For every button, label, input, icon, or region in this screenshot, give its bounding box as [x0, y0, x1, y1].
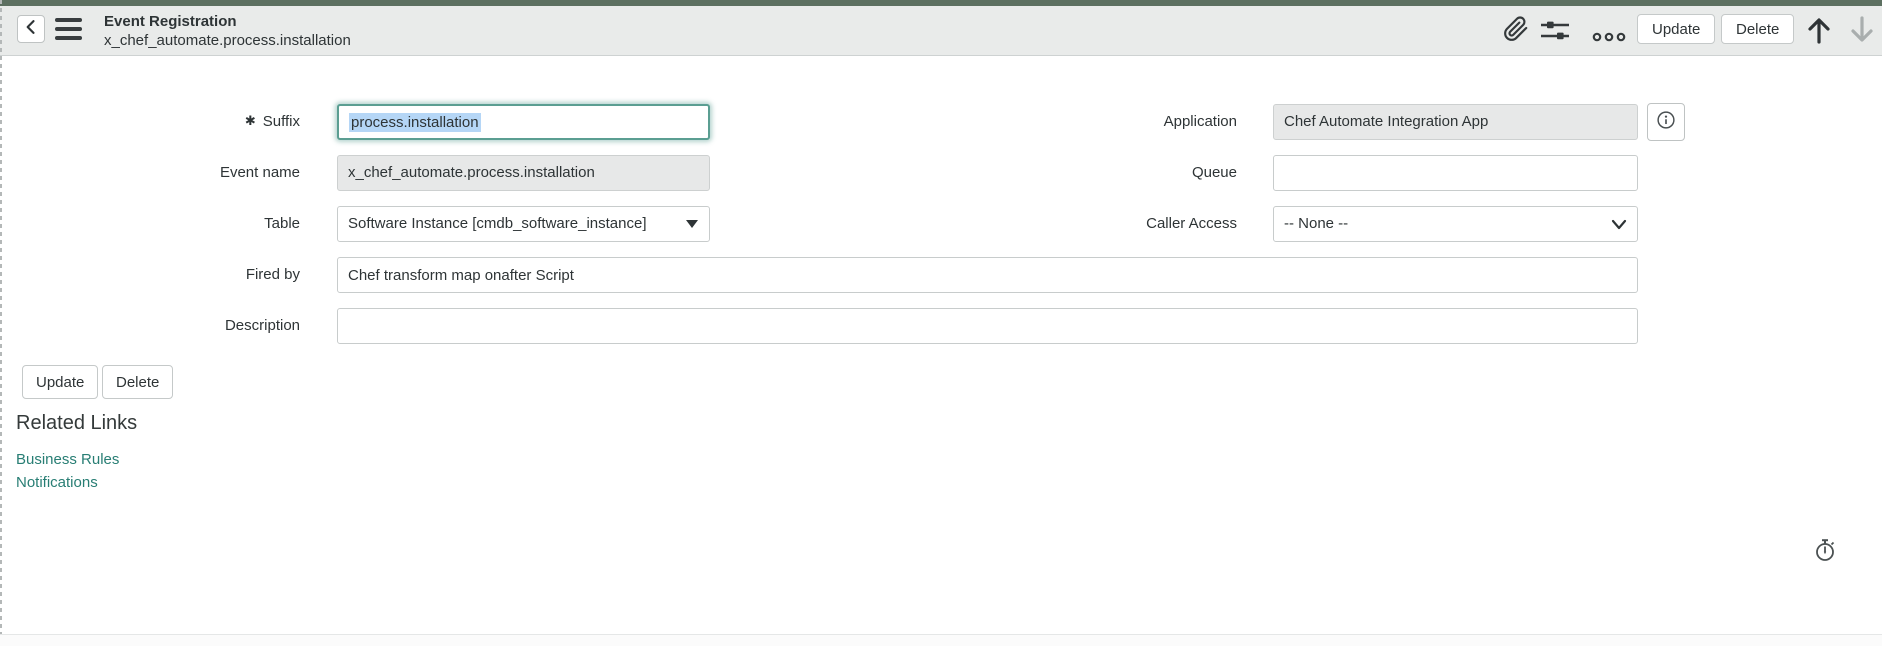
queue-label: Queue — [940, 155, 1237, 191]
header-delete-button[interactable]: Delete — [1721, 14, 1794, 44]
fired-by-input[interactable] — [337, 257, 1638, 293]
description-input[interactable] — [337, 308, 1638, 344]
fired-by-label: Fired by — [0, 257, 300, 293]
event-registration-form-page: Event Registration x_chef_automate.proce… — [0, 0, 1882, 646]
stopwatch-icon[interactable] — [1812, 537, 1838, 563]
caller-access-label: Caller Access — [940, 206, 1237, 242]
selected-text: process.installation — [349, 113, 481, 132]
triangle-down-icon — [685, 219, 699, 229]
related-links-heading: Related Links — [16, 412, 137, 435]
suffix-input[interactable]: process.installation — [337, 104, 710, 140]
left-dashed-border — [0, 0, 2, 646]
info-icon — [1655, 109, 1677, 136]
related-link-business-rules[interactable]: Business Rules — [16, 448, 119, 471]
page-subtitle: x_chef_automate.process.installation — [104, 31, 351, 50]
page-title: Event Registration — [104, 12, 351, 31]
form-delete-button[interactable]: Delete — [102, 365, 173, 399]
suffix-label: ✱Suffix — [0, 104, 300, 140]
bottom-edge — [0, 634, 1882, 646]
related-link-notifications[interactable]: Notifications — [16, 471, 119, 494]
application-field: Chef Automate Integration App — [1273, 104, 1638, 140]
chevron-down-icon — [1611, 219, 1627, 230]
description-label: Description — [0, 308, 300, 344]
form-header-bar: Event Registration x_chef_automate.proce… — [0, 6, 1882, 56]
table-select[interactable]: Software Instance [cmdb_software_instanc… — [337, 206, 710, 242]
header-update-button[interactable]: Update — [1637, 14, 1715, 44]
caller-access-select[interactable]: -- None -- — [1273, 206, 1638, 242]
form-update-button[interactable]: Update — [22, 365, 98, 399]
sliders-icon[interactable] — [1540, 19, 1570, 46]
hamburger-menu-icon[interactable] — [55, 18, 82, 40]
queue-input[interactable] — [1273, 155, 1638, 191]
event-name-label: Event name — [0, 155, 300, 191]
event-name-field: x_chef_automate.process.installation — [337, 155, 710, 191]
arrow-down-icon[interactable] — [1847, 15, 1877, 50]
page-title-block: Event Registration x_chef_automate.proce… — [104, 12, 351, 50]
paperclip-icon[interactable] — [1503, 16, 1529, 47]
more-options-icon[interactable] — [1592, 29, 1626, 47]
chevron-left-icon — [21, 17, 41, 42]
table-label: Table — [0, 206, 300, 242]
arrow-up-icon[interactable] — [1804, 15, 1834, 50]
application-label: Application — [940, 104, 1237, 140]
related-links-list: Business Rules Notifications — [16, 448, 119, 494]
mandatory-asterisk-icon: ✱ — [245, 113, 256, 128]
back-button[interactable] — [17, 15, 45, 43]
application-info-button[interactable] — [1647, 103, 1685, 141]
